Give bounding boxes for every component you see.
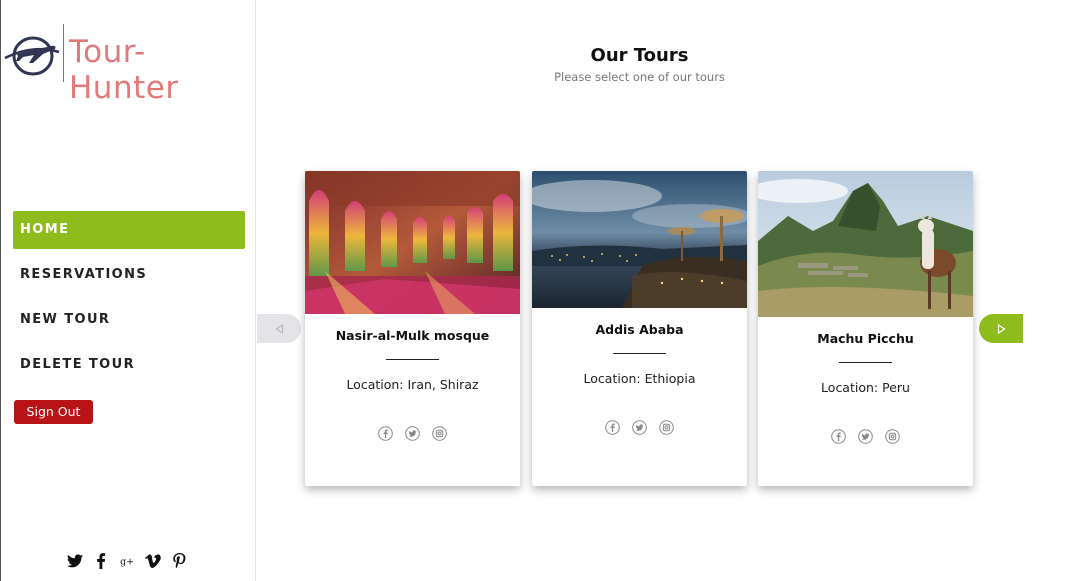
twitter-icon[interactable] xyxy=(405,426,420,441)
sidebar: Tour-Hunter HOME RESERVATIONS NEW TOUR D… xyxy=(0,0,256,581)
tour-name: Addis Ababa xyxy=(595,322,684,337)
tour-name: Nasir-al-Mulk mosque xyxy=(335,328,490,343)
right-arrow-icon xyxy=(997,323,1006,334)
pinterest-icon[interactable] xyxy=(171,552,187,570)
tour-name: Machu Picchu xyxy=(817,331,914,346)
main-content: Our Tours Please select one of our tours xyxy=(257,0,1080,581)
card-social-links xyxy=(758,429,973,444)
tour-photo xyxy=(758,171,973,317)
carousel-prev-button[interactable] xyxy=(257,314,301,343)
twitter-icon[interactable] xyxy=(858,429,873,444)
divider xyxy=(613,353,666,354)
sign-out-button[interactable]: Sign Out xyxy=(14,400,93,424)
tour-photo xyxy=(305,171,520,314)
main-nav: HOME RESERVATIONS NEW TOUR DELETE TOUR xyxy=(13,211,245,391)
google-plus-icon[interactable]: g+ xyxy=(119,552,135,570)
nav-item-reservations[interactable]: RESERVATIONS xyxy=(13,256,245,294)
divider xyxy=(386,359,439,360)
card-social-links xyxy=(305,426,520,441)
tour-card[interactable]: Addis Ababa Location: Ethiopia xyxy=(532,171,747,486)
tour-card[interactable]: Nasir-al-Mulk mosque Location: Iran, Shi… xyxy=(305,171,520,486)
tour-card[interactable]: Machu Picchu Location: Peru xyxy=(758,171,973,486)
tour-photo xyxy=(532,171,747,308)
airplane-globe-icon xyxy=(4,36,60,76)
instagram-icon[interactable] xyxy=(659,420,674,435)
card-social-links xyxy=(532,420,747,435)
carousel-next-button[interactable] xyxy=(979,314,1023,343)
tour-location: Location: Iran, Shiraz xyxy=(346,377,479,392)
facebook-icon[interactable] xyxy=(831,429,846,444)
twitter-icon[interactable] xyxy=(67,552,83,570)
nav-item-new-tour[interactable]: NEW TOUR xyxy=(13,301,245,339)
instagram-icon[interactable] xyxy=(885,429,900,444)
page-subtitle: Please select one of our tours xyxy=(554,70,725,84)
brand-name: Tour-Hunter xyxy=(69,34,179,106)
facebook-icon[interactable] xyxy=(605,420,620,435)
tour-location: Location: Ethiopia xyxy=(583,371,696,386)
sidebar-social-links: g+ xyxy=(67,552,187,570)
divider xyxy=(839,362,892,363)
tour-location: Location: Peru xyxy=(821,380,910,395)
twitter-icon[interactable] xyxy=(632,420,647,435)
logo[interactable]: Tour-Hunter xyxy=(3,24,243,106)
left-arrow-icon xyxy=(274,323,283,334)
nav-item-home[interactable]: HOME xyxy=(13,211,245,249)
nav-item-delete-tour[interactable]: DELETE TOUR xyxy=(13,346,245,384)
svg-text:g+: g+ xyxy=(120,556,134,567)
facebook-icon[interactable] xyxy=(378,426,393,441)
page-title: Our Tours xyxy=(590,45,689,66)
logo-divider xyxy=(63,24,64,82)
facebook-icon[interactable] xyxy=(93,552,109,570)
instagram-icon[interactable] xyxy=(432,426,447,441)
vimeo-icon[interactable] xyxy=(145,552,161,570)
